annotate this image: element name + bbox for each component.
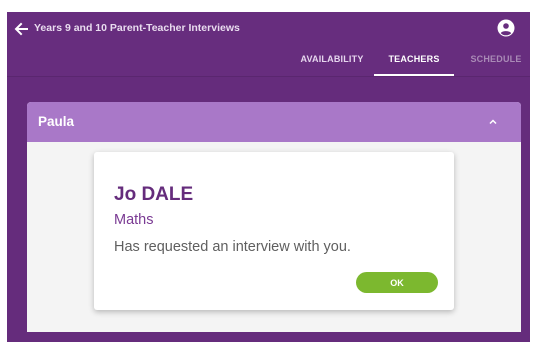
arrow-left-icon	[14, 22, 28, 36]
app-title: Years 9 and 10 Parent-Teacher Interviews	[34, 22, 240, 34]
teacher-name: Jo DALE	[114, 184, 194, 205]
app-bar: Years 9 and 10 Parent-Teacher Interviews…	[7, 12, 530, 77]
ok-button[interactable]: OK	[356, 272, 438, 293]
tab-schedule[interactable]: SCHEDULE	[462, 54, 530, 76]
tab-availability[interactable]: AVAILABILITY	[297, 54, 367, 76]
teacher-subject: Maths	[114, 212, 154, 228]
chevron-up-icon	[489, 119, 497, 125]
student-name: Paula	[38, 114, 75, 129]
account-button[interactable]	[497, 19, 515, 37]
app-frame: Years 9 and 10 Parent-Teacher Interviews…	[7, 12, 530, 342]
back-button[interactable]	[12, 20, 30, 38]
active-tab-indicator	[374, 74, 454, 76]
dialog-message: Has requested an interview with you.	[114, 239, 351, 255]
account-circle-icon	[497, 19, 515, 37]
student-panel-header[interactable]: Paula	[27, 102, 521, 142]
interview-request-dialog: Jo DALE Maths Has requested an interview…	[94, 152, 454, 310]
tab-teachers[interactable]: TEACHERS	[374, 54, 454, 76]
